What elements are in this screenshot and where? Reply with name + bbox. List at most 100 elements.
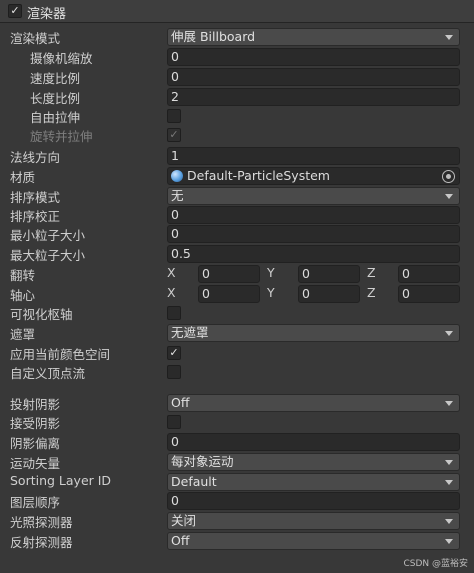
pivot-y-label: Y [267,285,275,300]
custom-vertex-streams-label: 自定义顶点流 [10,366,86,381]
flip-z-input[interactable]: 0 [398,265,460,283]
light-probes-row: 光照探测器 关闭 [0,511,474,531]
order-in-layer-row: 图层顺序 0 [0,491,474,511]
max-particle-size-row: 最大粒子大小 0.5 [0,244,474,264]
material-value: Default-ParticleSystem [187,168,330,183]
sort-fudge-row: 排序校正 0 [0,205,474,225]
rotate-stretch-label: 旋转并拉伸 [30,129,93,144]
motion-vectors-value: 每对象运动 [171,454,234,469]
free-stretch-row: 自由拉伸 [0,106,474,126]
cast-shadows-dropdown[interactable]: Off [167,394,460,412]
min-particle-size-input[interactable]: 0 [167,225,460,243]
flip-y-label: Y [267,265,275,280]
length-scale-row: 长度比例 2 [0,87,474,107]
min-particle-size-row: 最小粒子大小 0 [0,224,474,244]
receive-shadows-label: 接受阴影 [10,416,61,431]
render-mode-dropdown[interactable]: 伸展 Billboard [167,28,460,46]
sort-mode-row: 排序模式 无 [0,186,474,206]
speed-scale-row: 速度比例 0 [0,67,474,87]
pivot-x-label: X [167,285,176,300]
material-label: 材质 [10,170,36,185]
light-probes-label: 光照探测器 [10,515,73,530]
min-particle-size-label: 最小粒子大小 [10,228,86,243]
pivot-y-input[interactable]: 0 [298,285,360,303]
visualize-pivot-checkbox[interactable] [167,306,181,320]
dropdown-arrow-icon [445,401,453,406]
dropdown-arrow-icon [445,460,453,465]
flip-y-input[interactable]: 0 [298,265,360,283]
custom-vertex-streams-checkbox[interactable] [167,365,181,379]
rotate-stretch-row: 旋转并拉伸 ✓ [0,125,474,145]
speed-scale-label: 速度比例 [30,71,81,86]
cast-shadows-value: Off [171,395,190,410]
receive-shadows-row: 接受阴影 [0,412,474,432]
cast-shadows-label: 投射阴影 [10,397,61,412]
camera-scale-label: 摄像机缩放 [30,51,93,66]
motion-vectors-label: 运动矢量 [10,456,61,471]
order-in-layer-input[interactable]: 0 [167,492,460,510]
sort-mode-dropdown[interactable]: 无 [167,187,460,205]
cast-shadows-row: 投射阴影 Off [0,393,474,413]
sorting-layer-value: Default [171,474,217,489]
object-picker-icon[interactable] [442,170,455,183]
flip-label: 翻转 [10,268,36,283]
masking-label: 遮罩 [10,327,36,342]
flip-z-label: Z [367,265,376,280]
reflection-probes-dropdown[interactable]: Off [167,532,460,550]
light-probes-value: 关闭 [171,513,197,528]
sorting-layer-label: Sorting Layer ID [10,473,112,488]
receive-shadows-checkbox[interactable] [167,415,181,429]
material-row: 材质 Default-ParticleSystem [0,166,474,186]
max-particle-size-input[interactable]: 0.5 [167,245,460,263]
renderer-enabled-checkbox[interactable]: ✓ [8,4,22,18]
max-particle-size-label: 最大粒子大小 [10,248,86,263]
sorting-layer-dropdown[interactable]: Default [167,473,460,491]
normal-direction-label: 法线方向 [10,150,61,165]
sorting-layer-row: Sorting Layer ID Default [0,472,474,492]
light-probes-dropdown[interactable]: 关闭 [167,512,460,530]
render-mode-row: 渲染模式 伸展 Billboard [0,27,474,47]
reflection-probes-value: Off [171,533,190,548]
apply-color-space-label: 应用当前颜色空间 [10,347,111,362]
visualize-pivot-label: 可视化枢轴 [10,307,73,322]
pivot-z-input[interactable]: 0 [398,285,460,303]
dropdown-arrow-icon [445,35,453,40]
shadow-bias-row: 阴影偏离 0 [0,432,474,452]
normal-direction-row: 法线方向 1 [0,146,474,166]
dropdown-arrow-icon [445,194,453,199]
reflection-probes-label: 反射探测器 [10,535,73,550]
shadow-bias-input[interactable]: 0 [167,433,460,451]
renderer-module-header[interactable]: ✓ 渲染器 [0,0,474,23]
order-in-layer-label: 图层顺序 [10,495,61,510]
pivot-row: 轴心 X 0 Y 0 Z 0 [0,284,474,304]
visualize-pivot-row: 可视化枢轴 [0,303,474,323]
camera-scale-input[interactable]: 0 [167,48,460,66]
camera-scale-row: 摄像机缩放 0 [0,47,474,67]
masking-value: 无遮罩 [171,325,209,340]
custom-vertex-streams-row: 自定义顶点流 [0,362,474,382]
shadow-bias-label: 阴影偏离 [10,436,61,451]
render-mode-value: 伸展 Billboard [171,29,256,44]
pivot-x-input[interactable]: 0 [198,285,260,303]
reflection-probes-row: 反射探测器 Off [0,531,474,551]
dropdown-arrow-icon [445,519,453,524]
material-object-field[interactable]: Default-ParticleSystem [167,167,460,185]
sort-fudge-input[interactable]: 0 [167,206,460,224]
render-mode-label: 渲染模式 [10,31,61,46]
flip-row: 翻转 X 0 Y 0 Z 0 [0,264,474,284]
rotate-stretch-checkbox[interactable]: ✓ [167,128,181,142]
normal-direction-input[interactable]: 1 [167,147,460,165]
dropdown-arrow-icon [445,539,453,544]
motion-vectors-row: 运动矢量 每对象运动 [0,452,474,472]
free-stretch-checkbox[interactable] [167,109,181,123]
flip-x-label: X [167,265,176,280]
flip-x-input[interactable]: 0 [198,265,260,283]
pivot-label: 轴心 [10,288,36,303]
apply-color-space-checkbox[interactable]: ✓ [167,346,181,360]
material-sphere-icon [171,170,183,182]
length-scale-input[interactable]: 2 [167,88,460,106]
dropdown-arrow-icon [445,480,453,485]
masking-dropdown[interactable]: 无遮罩 [167,324,460,342]
motion-vectors-dropdown[interactable]: 每对象运动 [167,453,460,471]
speed-scale-input[interactable]: 0 [167,68,460,86]
